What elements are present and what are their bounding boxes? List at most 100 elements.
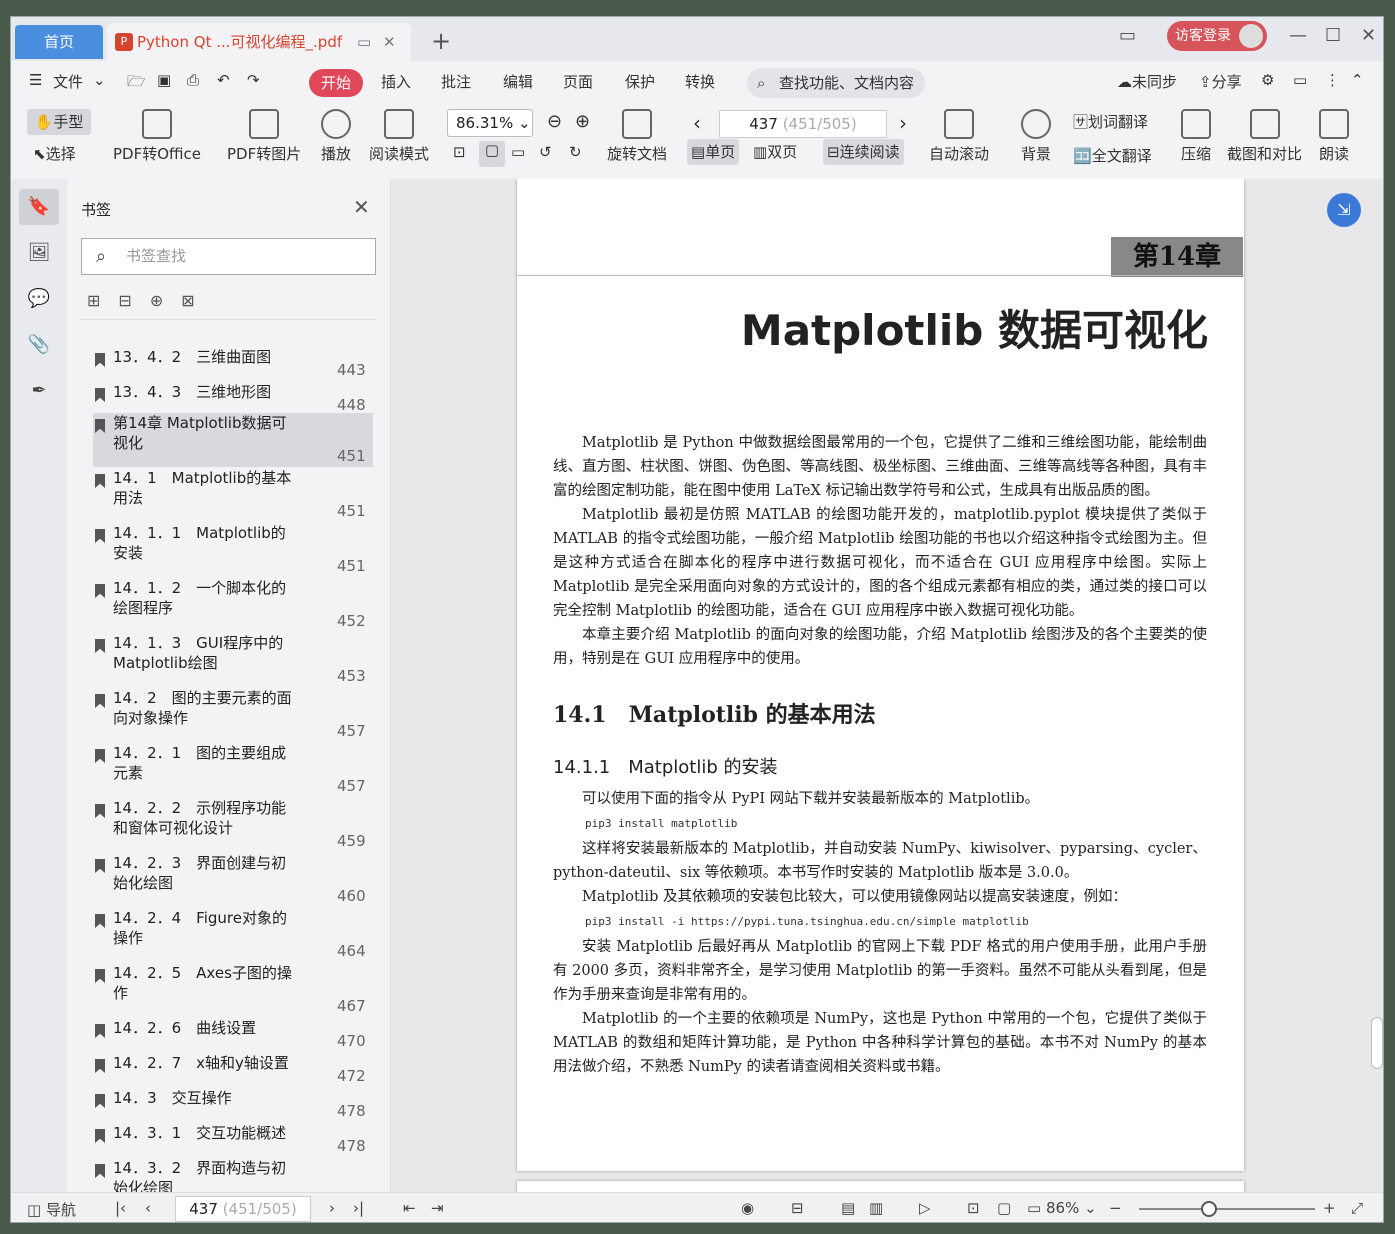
sync-status[interactable]: ☁未同步	[1117, 71, 1177, 92]
hand-tool[interactable]: ✋手型	[27, 109, 91, 135]
fit-width-icon[interactable]: ▭	[511, 143, 525, 161]
chevron-down-icon[interactable]: ⌄	[93, 71, 106, 89]
menu-start[interactable]: 开始	[309, 69, 363, 97]
bookmark-search-input[interactable]: ⌕ 书签查找	[81, 238, 376, 275]
zoom-out-icon[interactable]: −	[1109, 1199, 1122, 1217]
rotate-right-icon[interactable]: ↻	[569, 143, 582, 161]
undo-icon[interactable]: ↶	[217, 71, 230, 89]
zoom-out-icon[interactable]: ⊖	[547, 111, 562, 132]
bookmark-item[interactable]: 14．2．5 Axes子图的操 作 467	[93, 963, 373, 1017]
page-number-input[interactable]: 437 (451/505)	[719, 110, 887, 138]
attachment-panel-icon[interactable]: 📎	[19, 327, 59, 363]
menu-file[interactable]: 文件	[53, 71, 83, 92]
more-icon[interactable]: ⋮	[1325, 71, 1340, 89]
screenshot-compare-button[interactable]: 截图和对比	[1227, 109, 1302, 164]
comment-icon[interactable]: ▭	[1293, 71, 1307, 89]
reading-mode-button[interactable]: 阅读模式	[369, 109, 429, 164]
play-icon[interactable]: ▷	[919, 1199, 931, 1217]
bookmark-item[interactable]: 14．2．7 x轴和y轴设置 472	[93, 1053, 373, 1085]
bookmark-item[interactable]: 第14章 Matplotlib数据可 视化 451	[93, 413, 373, 467]
redo-icon[interactable]: ↷	[247, 71, 260, 89]
bookmark-item[interactable]: 14．1．1 Matplotlib的 安装 451	[93, 523, 373, 577]
prev-page-icon[interactable]: ‹	[145, 1199, 151, 1217]
bookmark-item[interactable]: 14．3．1 交互功能概述 478	[93, 1123, 373, 1155]
double-page-icon[interactable]: ▥	[869, 1199, 883, 1217]
hamburger-icon[interactable]: ☰	[29, 71, 42, 89]
open-icon[interactable]: 🗁	[127, 71, 146, 96]
bookmark-item[interactable]: 14．3 交互操作 478	[93, 1088, 373, 1120]
feature-search[interactable]: ⌕ 查找功能、文档内容	[747, 68, 925, 98]
zoom-slider[interactable]	[1139, 1208, 1315, 1210]
single-page-icon[interactable]: ▤	[841, 1199, 855, 1217]
print-icon[interactable]: ⎙	[187, 71, 199, 89]
document-scrollbar[interactable]	[1371, 1017, 1383, 1069]
full-translate-button[interactable]: 🈁全文翻译	[1073, 145, 1152, 166]
bookmark-item[interactable]: 14．2．2 示例程序功能 和窗体可视化设计 459	[93, 798, 373, 852]
bookmark-item[interactable]: 14．1 Matplotlib的基本 用法 451	[93, 468, 373, 522]
bookmark-panel-icon[interactable]: 🔖	[19, 189, 59, 225]
expand-all-icon[interactable]: ⊞	[87, 291, 100, 310]
select-tool[interactable]: ⬉选择	[33, 143, 76, 164]
close-icon[interactable]: ✕	[353, 195, 370, 219]
first-page-icon[interactable]: |‹	[115, 1199, 126, 1217]
next-page-icon[interactable]: ›	[329, 1199, 335, 1217]
close-tab-icon[interactable]: ✕	[383, 23, 396, 61]
compress-button[interactable]: 压缩	[1181, 109, 1211, 164]
pdf-to-office-button[interactable]: PDF转Office	[113, 109, 201, 164]
bookmark-item[interactable]: 14．2 图的主要元素的面 向对象操作 457	[93, 688, 373, 742]
menu-page[interactable]: 页面	[563, 71, 593, 92]
signature-panel-icon[interactable]: ✒	[19, 373, 59, 409]
comment-panel-icon[interactable]: 💬	[19, 281, 59, 317]
continuous-icon[interactable]: ⊟	[791, 1199, 804, 1217]
floating-tool-button[interactable]: ⇲	[1327, 193, 1361, 227]
play-button[interactable]: 播放	[321, 109, 351, 164]
zoom-in-icon[interactable]: +	[1323, 1199, 1336, 1217]
collapse-all-icon[interactable]: ⊟	[118, 291, 131, 310]
single-page-mode[interactable]: ▤单页	[687, 139, 740, 165]
bookmark-item[interactable]: 13．4．3 三维地形图 448	[93, 382, 373, 414]
minimize-icon[interactable]: —	[1289, 25, 1307, 46]
tab-document[interactable]: P Python Qt ...可视化编程_.pdf ▭ ✕	[107, 23, 411, 61]
bookmark-item[interactable]: 14．1．2 一个脚本化的 绘图程序 452	[93, 578, 373, 632]
pdf-to-image-button[interactable]: PDF转图片	[227, 109, 301, 164]
next-page-icon[interactable]: ›	[899, 111, 907, 135]
bookmark-item[interactable]: 13．4．2 三维曲面图 443	[93, 347, 373, 379]
fit-page-icon[interactable]: ▢	[997, 1199, 1011, 1217]
double-page-mode[interactable]: ▥双页	[749, 139, 801, 165]
window-count-icon[interactable]: ▭	[1119, 25, 1136, 46]
autoscroll-button[interactable]: 自动滚动	[929, 109, 989, 164]
add-bookmark-icon[interactable]: ⊕	[150, 291, 163, 310]
zoom-select[interactable]: 86.31% ⌄	[447, 109, 533, 137]
menu-protect[interactable]: 保护	[625, 71, 655, 92]
rotate-left-icon[interactable]: ↺	[539, 143, 552, 161]
menu-convert[interactable]: 转换	[685, 71, 715, 92]
menu-insert[interactable]: 插入	[381, 71, 411, 92]
bookmark-icon[interactable]: ⊠	[181, 291, 194, 310]
new-tab-icon[interactable]: +	[431, 27, 451, 55]
back-icon[interactable]: ⇤	[403, 1199, 416, 1217]
last-page-icon[interactable]: ›|	[353, 1199, 364, 1217]
bookmark-item[interactable]: 14．2．4 Figure对象的 操作 464	[93, 908, 373, 962]
background-button[interactable]: 背景	[1021, 109, 1051, 164]
thumbnail-panel-icon[interactable]: 🖼	[19, 235, 59, 271]
status-page-input[interactable]: 437 (451/505)	[175, 1196, 311, 1222]
forward-icon[interactable]: ⇥	[431, 1199, 444, 1217]
zoom-in-icon[interactable]: ⊕	[575, 111, 590, 132]
actual-size-icon[interactable]: ⊡	[967, 1199, 980, 1217]
word-translate-button[interactable]: 🈂划词翻译	[1073, 111, 1148, 132]
bookmark-item[interactable]: 14．1．3 GUI程序中的 Matplotlib绘图 453	[93, 633, 373, 687]
actual-size-icon[interactable]: ⊡	[453, 143, 466, 161]
collapse-icon[interactable]: ⌃	[1351, 71, 1364, 89]
prev-page-icon[interactable]: ‹	[693, 111, 701, 135]
login-button[interactable]: 访客登录	[1167, 21, 1267, 51]
pin-icon[interactable]: ▭	[357, 23, 371, 61]
close-window-icon[interactable]: ✕	[1361, 25, 1376, 46]
zoom-slider-knob[interactable]	[1201, 1201, 1217, 1217]
gear-icon[interactable]: ⚙	[1261, 71, 1274, 89]
read-aloud-button[interactable]: 朗读	[1319, 109, 1349, 164]
maximize-icon[interactable]: ☐	[1325, 25, 1341, 46]
continuous-mode[interactable]: ⊟连续阅读	[823, 139, 904, 165]
fit-page-icon[interactable]: ▢	[479, 141, 505, 167]
menu-edit[interactable]: 编辑	[503, 71, 533, 92]
bookmark-item[interactable]: 14．2．3 界面创建与初 始化绘图 460	[93, 853, 373, 907]
